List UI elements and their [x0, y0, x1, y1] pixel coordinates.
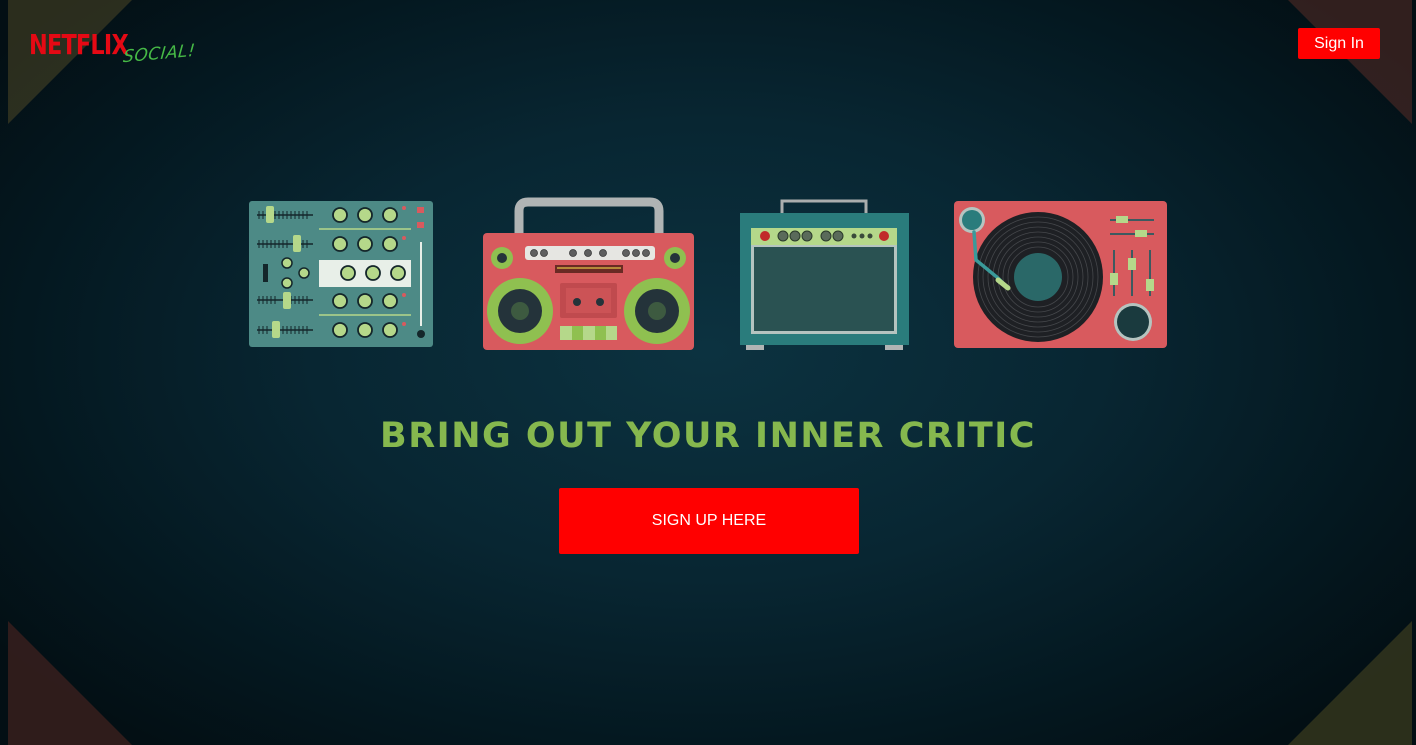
sign-in-button[interactable]: Sign In	[1298, 28, 1380, 59]
corner-decoration-bottom-right	[1288, 621, 1412, 745]
corner-decoration-top-left	[8, 0, 132, 124]
guitar-amp-icon	[740, 199, 909, 350]
corner-decoration-top-right	[1288, 0, 1412, 124]
netflix-social-logo[interactable]: NETFLIX SOCIAL!	[29, 28, 196, 68]
corner-decoration-bottom-left	[8, 621, 132, 745]
mixer-console-icon	[249, 201, 433, 347]
hero-headline: BRING OUT YOUR INNER CRITIC	[380, 416, 1036, 456]
logo-wordmark: NETFLIX	[29, 28, 129, 61]
boombox-icon	[483, 197, 694, 350]
logo-subtitle: SOCIAL!	[122, 40, 197, 68]
turntable-icon	[954, 201, 1167, 348]
sign-up-button[interactable]: SIGN UP HERE	[559, 488, 859, 554]
